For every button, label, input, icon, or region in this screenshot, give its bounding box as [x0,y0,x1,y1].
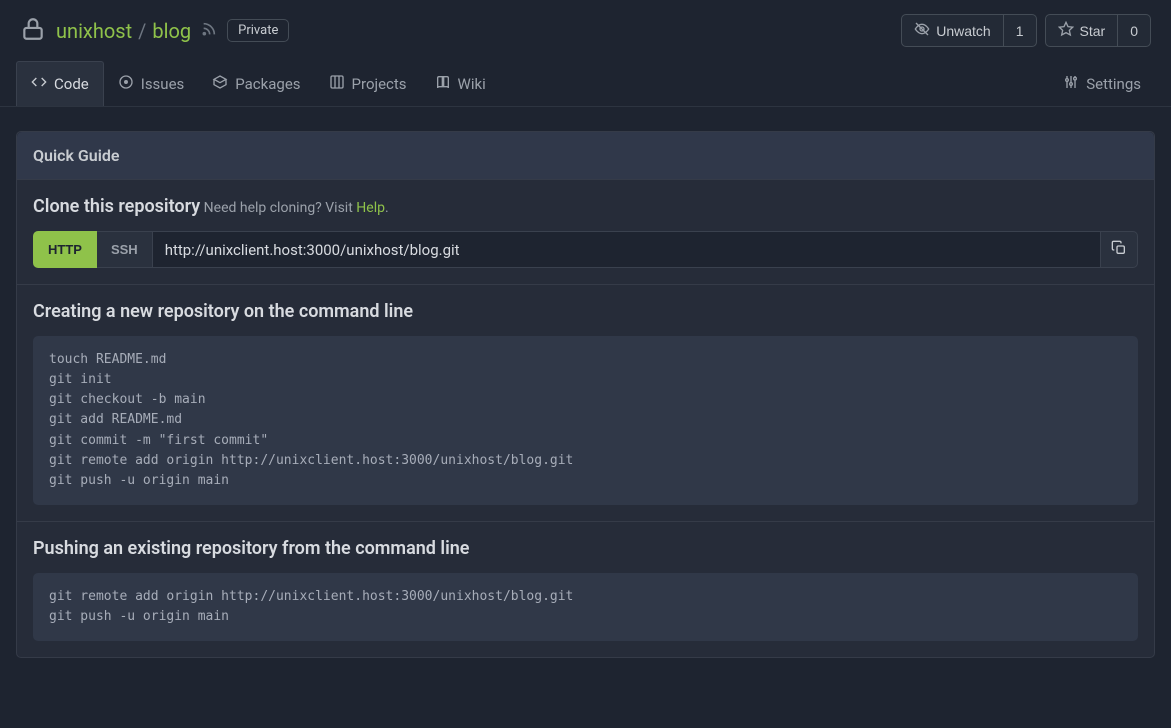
push-repo-code: git remote add origin http://unixclient.… [33,573,1138,641]
tab-code-label: Code [54,75,89,93]
tab-settings[interactable]: Settings [1049,62,1155,106]
tab-wiki-label: Wiki [458,75,486,93]
tab-wiki[interactable]: Wiki [421,61,500,106]
watch-count[interactable]: 1 [1004,14,1037,47]
star-icon [1058,21,1074,40]
projects-icon [329,74,345,94]
clone-title: Clone this repository [33,196,200,217]
copy-url-button[interactable] [1101,231,1138,268]
create-repo-title: Creating a new repository on the command… [33,301,1138,322]
quick-guide-header: Quick Guide [17,132,1154,180]
unwatch-label: Unwatch [936,23,990,39]
tab-issues-label: Issues [141,75,185,93]
tab-packages-label: Packages [235,75,300,93]
tab-issues[interactable]: Issues [104,61,199,106]
star-button-group: Star 0 [1045,14,1151,47]
packages-icon [212,74,228,94]
privacy-badge: Private [227,19,289,42]
code-icon [31,74,47,94]
clone-sub-prefix: Need help cloning? Visit [204,200,357,216]
copy-icon [1111,240,1127,259]
tab-projects[interactable]: Projects [315,61,421,106]
help-link[interactable]: Help [356,200,385,216]
clone-subtitle: Need help cloning? Visit Help. [204,200,389,216]
star-button[interactable]: Star [1045,14,1119,47]
rss-icon[interactable] [201,21,217,41]
star-label: Star [1080,23,1106,39]
ssh-button[interactable]: SSH [97,231,152,268]
repo-title: unixhost / blog [56,19,191,43]
repo-link[interactable]: blog [152,19,191,43]
lock-icon [20,16,46,46]
tab-code[interactable]: Code [16,61,104,106]
unwatch-button[interactable]: Unwatch [901,14,1003,47]
tab-settings-label: Settings [1086,75,1141,93]
clone-url-input[interactable] [152,231,1101,268]
http-button[interactable]: HTTP [33,231,97,268]
star-count[interactable]: 0 [1118,14,1151,47]
issues-icon [118,74,134,94]
title-sep: / [138,19,146,43]
push-repo-title: Pushing an existing repository from the … [33,538,1138,559]
wiki-icon [435,74,451,94]
create-repo-code: touch README.md git init git checkout -b… [33,336,1138,505]
settings-icon [1063,74,1079,94]
clone-sub-suffix: . [385,200,389,216]
tab-packages[interactable]: Packages [198,61,314,106]
watch-button-group: Unwatch 1 [901,14,1036,47]
eye-off-icon [914,21,930,40]
owner-link[interactable]: unixhost [56,19,132,43]
tab-projects-label: Projects [352,75,407,93]
